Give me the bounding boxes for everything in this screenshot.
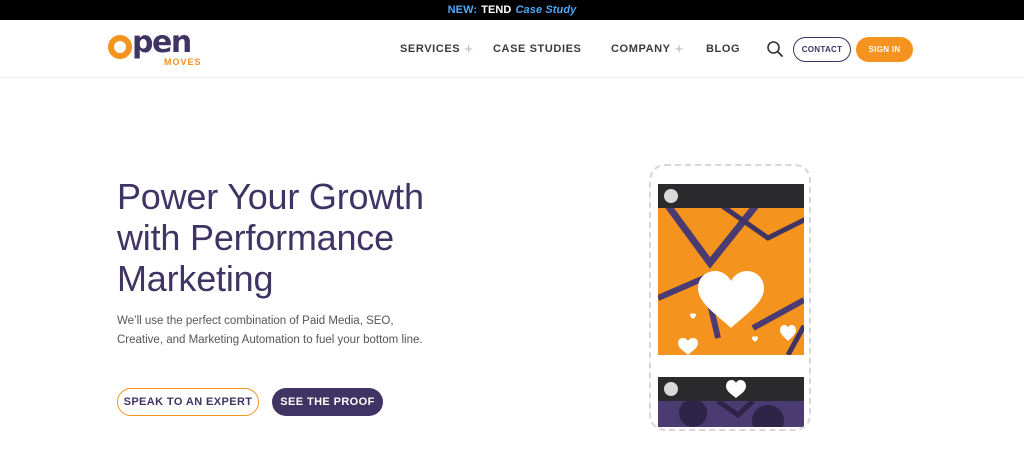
logo[interactable]: pen MOVES <box>108 25 218 72</box>
post-image <box>658 401 804 427</box>
avatar <box>664 189 678 203</box>
nav-company[interactable]: COMPANY + <box>611 20 684 78</box>
hero-title: Power Your Growth with Performance Marke… <box>117 176 477 299</box>
nav-case-studies-label: CASE STUDIES <box>493 43 582 55</box>
heart-icon <box>726 380 746 398</box>
hero-subtitle-line: We’ll use the perfect combination of Pai… <box>117 315 394 327</box>
site-header: pen MOVES SERVICES + CASE STUDIES COMPAN… <box>0 20 1024 78</box>
contact-button[interactable]: CONTACT <box>793 37 851 62</box>
avatar <box>664 382 678 396</box>
plus-icon: + <box>674 40 684 58</box>
plus-icon: + <box>464 40 474 58</box>
search-icon <box>767 41 783 57</box>
nav-services[interactable]: SERVICES + <box>400 20 474 78</box>
nav-blog[interactable]: BLOG <box>706 20 740 78</box>
hero-title-line: with Performance <box>117 217 394 258</box>
logo-wordmark: pen <box>132 25 192 60</box>
nav-services-label: SERVICES <box>400 43 461 55</box>
nav-case-studies[interactable]: CASE STUDIES <box>493 20 582 78</box>
sign-in-button[interactable]: SIGN IN <box>856 37 913 62</box>
hero-title-line: Power Your Growth <box>117 176 424 217</box>
logo-o-mark <box>108 35 132 59</box>
announcement-brand: TEND <box>481 4 512 16</box>
search-button[interactable] <box>766 40 784 58</box>
hero-subtitle-line: Creative, and Marketing Automation to fu… <box>117 334 423 346</box>
post-image <box>658 208 804 355</box>
post-pattern <box>658 401 804 427</box>
hero-subtitle: We’ll use the perfect combination of Pai… <box>117 312 437 350</box>
phone-illustration <box>649 164 811 431</box>
hero-title-line: Marketing <box>117 258 274 299</box>
nav-company-label: COMPANY <box>611 43 671 55</box>
announcement-prefix: NEW: <box>447 4 478 16</box>
nav-blog-label: BLOG <box>706 43 741 55</box>
speak-to-expert-button[interactable]: SPEAK TO AN EXPERT <box>117 388 259 416</box>
see-the-proof-button[interactable]: SEE THE PROOF <box>272 388 383 416</box>
announcement-bar[interactable]: NEW: TEND Case Study <box>0 0 1024 20</box>
post-header <box>658 377 804 401</box>
envelope-illustration <box>658 208 804 355</box>
announcement-link[interactable]: Case Study <box>515 4 576 16</box>
post-header <box>658 184 804 208</box>
logo-subtext: MOVES <box>164 57 202 67</box>
